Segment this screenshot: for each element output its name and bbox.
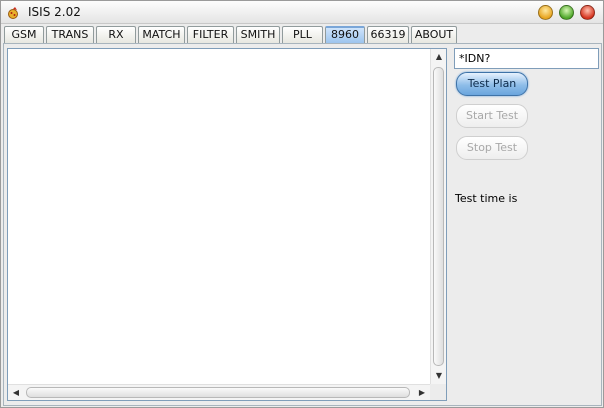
command-input[interactable] bbox=[454, 48, 599, 69]
tab-rx[interactable]: RX bbox=[96, 26, 136, 43]
vertical-scroll-thumb[interactable] bbox=[433, 67, 444, 366]
scrollbar-corner bbox=[430, 384, 446, 400]
start-test-button[interactable]: Start Test bbox=[456, 104, 528, 128]
tab-pll[interactable]: PLL bbox=[282, 26, 323, 43]
horizontal-scrollbar[interactable]: ◀ ▶ bbox=[8, 384, 430, 400]
app-logo-icon bbox=[8, 7, 18, 19]
close-icon[interactable] bbox=[580, 5, 595, 20]
test-plan-button[interactable]: Test Plan bbox=[456, 72, 528, 96]
tab-panel: ▲ ▼ ◀ ▶ Test Plan Start Test Stop Test T… bbox=[3, 43, 602, 406]
tab-filter[interactable]: FILTER bbox=[187, 26, 234, 43]
window-title: ISIS 2.02 bbox=[28, 5, 81, 19]
test-time-label: Test time is bbox=[455, 192, 518, 205]
tab-trans[interactable]: TRANS bbox=[46, 26, 94, 43]
minimize-icon[interactable] bbox=[538, 5, 553, 20]
scroll-down-icon[interactable]: ▼ bbox=[432, 369, 446, 383]
tab-8960[interactable]: 8960 bbox=[325, 26, 365, 43]
tab-66319[interactable]: 66319 bbox=[367, 26, 409, 43]
title-bar[interactable]: ISIS 2.02 bbox=[1, 1, 603, 24]
tab-gsm[interactable]: GSM bbox=[4, 26, 44, 43]
stop-test-button[interactable]: Stop Test bbox=[456, 136, 528, 160]
tab-about[interactable]: ABOUT bbox=[411, 26, 457, 43]
tab-bar: GSM TRANS RX MATCH FILTER SMITH PLL 8960… bbox=[3, 26, 601, 44]
scroll-right-icon[interactable]: ▶ bbox=[415, 386, 429, 400]
vertical-scrollbar[interactable]: ▲ ▼ bbox=[430, 49, 446, 384]
horizontal-scroll-thumb[interactable] bbox=[26, 387, 410, 398]
app-window: ISIS 2.02 GSM TRANS RX MATCH FILTER SMIT… bbox=[0, 0, 604, 408]
scroll-left-icon[interactable]: ◀ bbox=[9, 386, 23, 400]
tab-match[interactable]: MATCH bbox=[138, 26, 185, 43]
output-text-area[interactable]: ▲ ▼ ◀ ▶ bbox=[7, 48, 447, 401]
maximize-icon[interactable] bbox=[559, 5, 574, 20]
scroll-up-icon[interactable]: ▲ bbox=[432, 50, 446, 64]
tab-smith[interactable]: SMITH bbox=[236, 26, 280, 43]
